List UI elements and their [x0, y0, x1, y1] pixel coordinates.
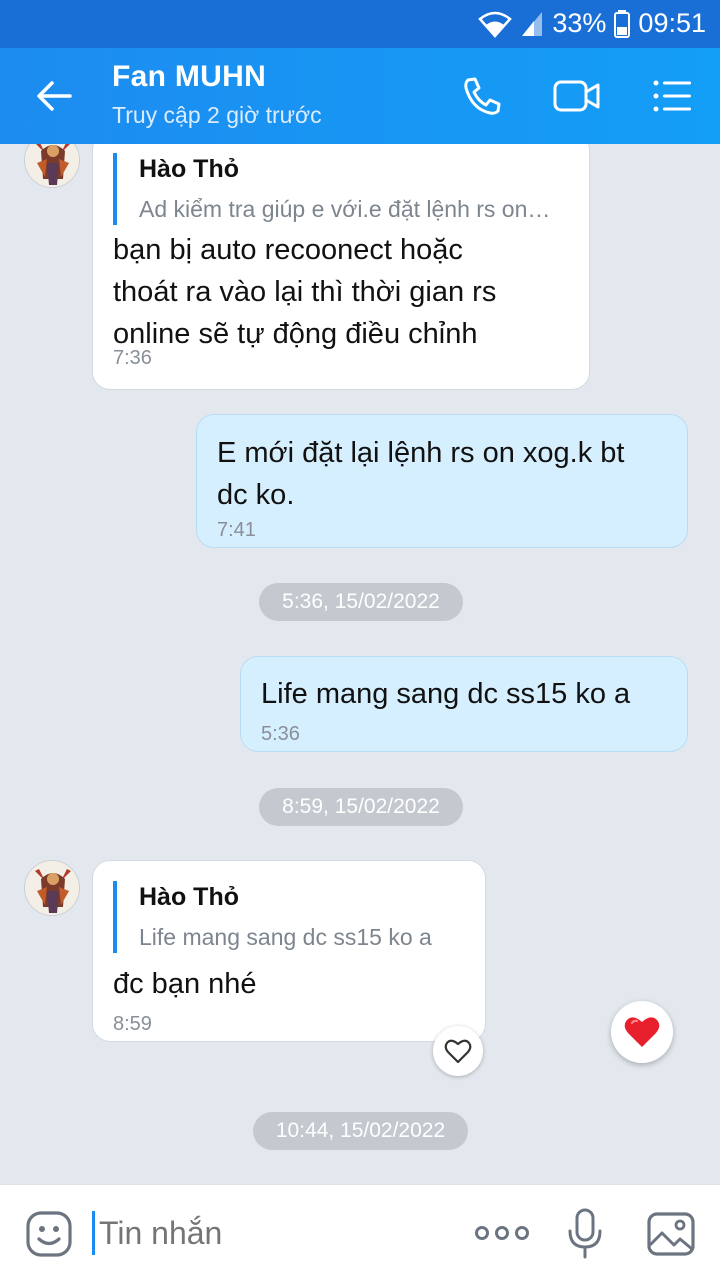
quoted-sender: Hào Thỏ	[139, 155, 239, 183]
message-composer	[0, 1184, 720, 1280]
menu-icon	[653, 80, 691, 112]
contact-name[interactable]: Fan MUHN	[112, 60, 266, 94]
message-line: dc ko.	[217, 479, 295, 511]
date-separator: 5:36, 15/02/2022	[259, 583, 463, 621]
clock: 09:51	[638, 8, 706, 38]
wifi-icon	[478, 11, 513, 38]
message-text: bạn bị auto recoonect hoặc thoát ra vào …	[113, 229, 496, 355]
message-bubble-incoming[interactable]: Hào Thỏ Life mang sang dc ss15 ko a đc b…	[92, 860, 486, 1042]
call-button[interactable]	[458, 74, 506, 118]
message-text: đc bạn nhé	[113, 968, 257, 1000]
message-time: 7:41	[217, 519, 256, 541]
heart-outline-icon	[444, 1039, 472, 1064]
status-bar: 33% 09:51	[0, 0, 720, 48]
message-line: online sẽ tự động điều chỉnh	[113, 318, 478, 350]
message-line: E mới đặt lại lệnh rs on xog.k bt	[217, 437, 625, 469]
message-time: 5:36	[261, 723, 300, 745]
phone-call-icon	[464, 77, 501, 115]
message-text: E mới đặt lại lệnh rs on xog.k bt dc ko.	[217, 432, 625, 516]
message-input[interactable]	[92, 1211, 422, 1255]
microphone-icon	[568, 1208, 602, 1259]
quoted-text: Life mang sang dc ss15 ko a	[139, 924, 432, 950]
avatar-image	[25, 144, 79, 187]
quoted-sender: Hào Thỏ	[139, 883, 239, 911]
quick-heart-reaction-button[interactable]	[611, 1001, 673, 1063]
arrow-left-icon	[37, 81, 72, 111]
signal-icon	[522, 11, 543, 36]
quoted-text: Ad kiểm tra giúp e với.e đặt lệnh rs onl…	[139, 196, 553, 222]
more-options-button[interactable]	[474, 1219, 530, 1252]
battery-percent: 33%	[552, 8, 607, 38]
heart-icon	[624, 1017, 660, 1047]
message-text: Life mang sang dc ss15 ko a	[261, 678, 631, 710]
message-time: 7:36	[113, 347, 152, 369]
chat-header: Fan MUHN Truy cập 2 giờ trước	[0, 48, 720, 144]
date-separator: 8:59, 15/02/2022	[259, 788, 463, 826]
message-list[interactable]: Hào Thỏ Ad kiểm tra giúp e với.e đặt lện…	[0, 144, 720, 1184]
avatar-image	[25, 861, 79, 915]
video-call-button[interactable]	[552, 74, 600, 118]
send-image-button[interactable]	[646, 1211, 696, 1262]
message-line: thoát ra vào lại thì thời gian rs	[113, 276, 497, 308]
back-button[interactable]	[30, 74, 78, 118]
message-bubble-outgoing[interactable]: Life mang sang dc ss15 ko a 5:36	[240, 656, 688, 752]
contact-avatar[interactable]	[24, 860, 80, 916]
battery-icon	[614, 9, 631, 38]
message-time: 8:59	[113, 1013, 152, 1035]
message-bubble-incoming[interactable]: Hào Thỏ Ad kiểm tra giúp e với.e đặt lện…	[92, 144, 590, 390]
chat-options-button[interactable]	[648, 74, 696, 118]
quoted-message[interactable]: Hào Thỏ Ad kiểm tra giúp e với.e đặt lện…	[113, 153, 553, 225]
more-icon	[475, 1226, 529, 1240]
quoted-message[interactable]: Hào Thỏ Life mang sang dc ss15 ko a	[113, 881, 469, 953]
react-button[interactable]	[433, 1026, 483, 1076]
emoji-icon	[26, 1211, 72, 1257]
message-bubble-outgoing[interactable]: E mới đặt lại lệnh rs on xog.k bt dc ko.…	[196, 414, 688, 548]
message-line: bạn bị auto recoonect hoặc	[113, 234, 463, 266]
last-seen-status: Truy cập 2 giờ trước	[112, 102, 322, 128]
voice-message-button[interactable]	[566, 1207, 604, 1266]
video-call-icon	[553, 80, 600, 112]
date-separator: 10:44, 15/02/2022	[253, 1112, 468, 1150]
contact-avatar[interactable]	[24, 144, 80, 188]
emoji-button[interactable]	[24, 1209, 74, 1264]
image-icon	[647, 1212, 695, 1256]
